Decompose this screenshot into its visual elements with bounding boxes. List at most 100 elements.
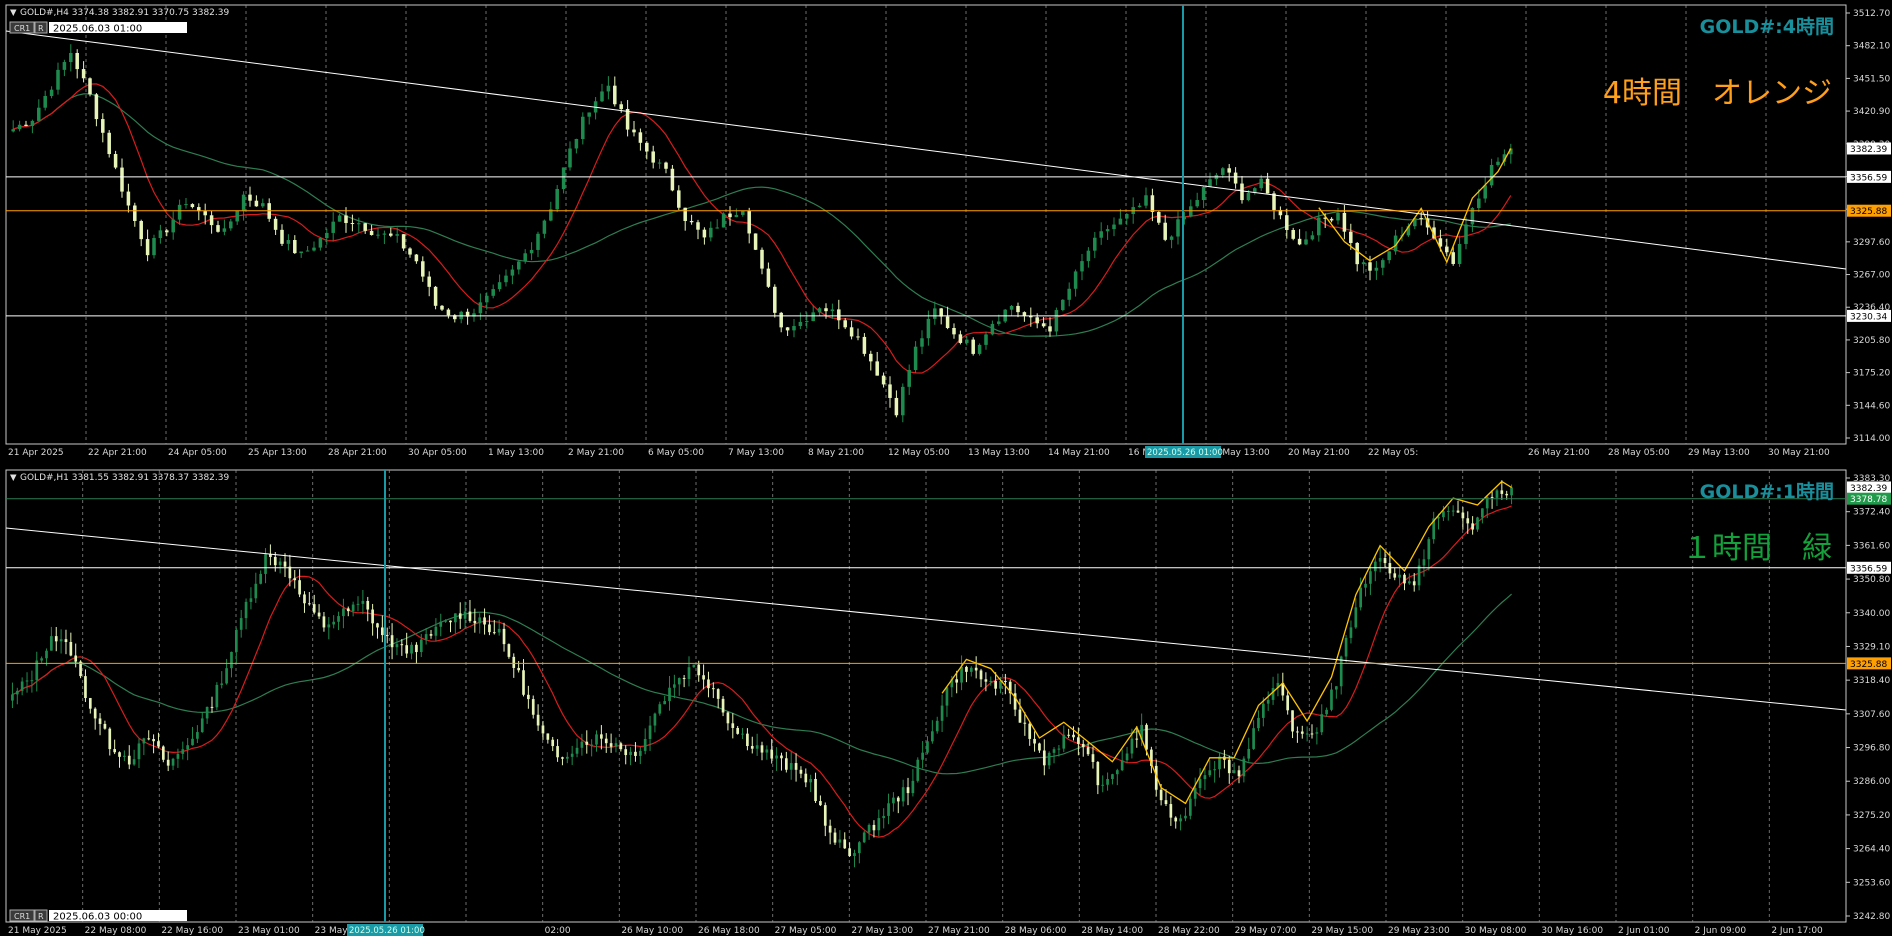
h4-chart-panel[interactable]: 3512.703482.103451.503420.903390.303359.… — [5, 4, 1891, 458]
candle-body — [638, 132, 643, 143]
candle-body — [1150, 195, 1155, 213]
candle-body — [1291, 710, 1294, 732]
candle-body — [746, 733, 749, 747]
candle — [161, 745, 165, 763]
candle-body — [804, 773, 808, 783]
candle-body — [1130, 738, 1134, 754]
candle-body — [817, 308, 822, 313]
candle-body — [1419, 218, 1423, 220]
candle-body — [317, 612, 321, 617]
candle-body — [127, 755, 131, 765]
candle-body — [62, 62, 67, 70]
candle — [88, 77, 92, 97]
candle-body — [779, 312, 783, 328]
candle-body — [439, 621, 443, 627]
candle-body — [88, 78, 92, 95]
candle-body — [773, 286, 777, 313]
candle-body — [736, 727, 740, 734]
candle-body — [458, 613, 462, 619]
candle-body — [814, 778, 817, 802]
candle-body — [401, 234, 406, 249]
candle-body — [536, 233, 540, 250]
y-tick-label: 3340.00 — [1853, 609, 1890, 619]
candle-body — [59, 639, 63, 642]
candle-body — [483, 617, 486, 625]
x-tick-label: 30 May 08:00 — [1465, 926, 1527, 936]
chart-header-dropdown-icon[interactable]: ▼ — [10, 473, 17, 483]
x-tick-label: 21 May 2025 — [8, 926, 67, 936]
candle-body — [1188, 798, 1192, 816]
h1-chart-panel[interactable]: 3383.303372.403361.603350.803340.003329.… — [5, 469, 1891, 936]
y-tick-label: 3205.80 — [1853, 336, 1890, 346]
candle-body — [715, 227, 719, 229]
candle-body — [819, 801, 822, 806]
candle-body — [331, 221, 335, 233]
candle — [1061, 299, 1065, 312]
candle-body — [575, 747, 579, 754]
chart-header-dropdown-icon[interactable]: ▼ — [10, 8, 17, 18]
candle-body — [673, 684, 676, 688]
x-tick-label: 1 May 13:00 — [488, 448, 544, 458]
candle — [107, 130, 111, 158]
candle-body — [30, 680, 34, 682]
candle-body — [264, 554, 267, 574]
candle-body — [632, 129, 636, 133]
candle-body — [926, 741, 929, 753]
candle-body — [254, 583, 258, 599]
candle-body — [984, 334, 988, 345]
x-tick-label: 23 May 01:00 — [238, 926, 300, 936]
candle-body — [1297, 238, 1302, 245]
x-tick-label: 29 May 07:00 — [1235, 926, 1297, 936]
candle-body — [45, 650, 48, 659]
candle-body — [1285, 215, 1289, 231]
candle-body — [1336, 212, 1340, 221]
candle-body — [1193, 788, 1197, 799]
chart-header: GOLD#,H1 3381.55 3382.91 3378.37 3382.39 — [20, 473, 229, 483]
candle-body — [1091, 754, 1095, 762]
candle-body — [838, 839, 842, 843]
candle-body — [643, 738, 647, 751]
candle-body — [843, 320, 847, 328]
candle-body — [356, 603, 360, 605]
candle-body — [755, 745, 759, 749]
candle-body — [220, 683, 224, 685]
candle-body — [805, 321, 809, 323]
candle-body — [775, 755, 778, 759]
candle-body — [920, 338, 924, 347]
x-tick-label: 27 May 05:00 — [775, 926, 837, 936]
y-tick-label: 3175.20 — [1853, 369, 1890, 379]
candle-body — [433, 286, 438, 306]
candle-body — [1355, 242, 1359, 265]
candle-body — [165, 230, 169, 233]
candle-body — [1227, 759, 1231, 774]
candle-body — [190, 204, 195, 208]
candle-body — [1157, 212, 1161, 223]
candle-body — [997, 321, 1001, 324]
candle-body — [911, 780, 915, 794]
candle-body — [366, 600, 370, 610]
candle-body — [463, 611, 467, 619]
candle-body — [1446, 510, 1450, 512]
candle-body — [1086, 747, 1090, 755]
candle-body — [1457, 243, 1462, 264]
candle-body — [502, 628, 506, 645]
candle-body — [312, 247, 316, 251]
candle-body — [856, 336, 860, 338]
candle-body — [118, 752, 121, 757]
candle-body — [1201, 186, 1206, 201]
candle-body — [139, 220, 143, 240]
candle-body — [531, 699, 535, 715]
candle-body — [1466, 518, 1470, 524]
candle-body — [1115, 770, 1119, 775]
candle-body — [1412, 581, 1416, 586]
candle-body — [965, 339, 969, 343]
y-tick-label: 3114.00 — [1853, 434, 1890, 444]
candle-body — [278, 561, 282, 566]
candle-body — [1291, 230, 1295, 239]
candle-body — [926, 318, 931, 339]
candle-body — [1106, 778, 1109, 785]
candle — [401, 234, 406, 251]
candle-body — [385, 635, 389, 637]
candle-body — [697, 664, 701, 676]
y-tick-label: 3512.70 — [1853, 9, 1890, 19]
